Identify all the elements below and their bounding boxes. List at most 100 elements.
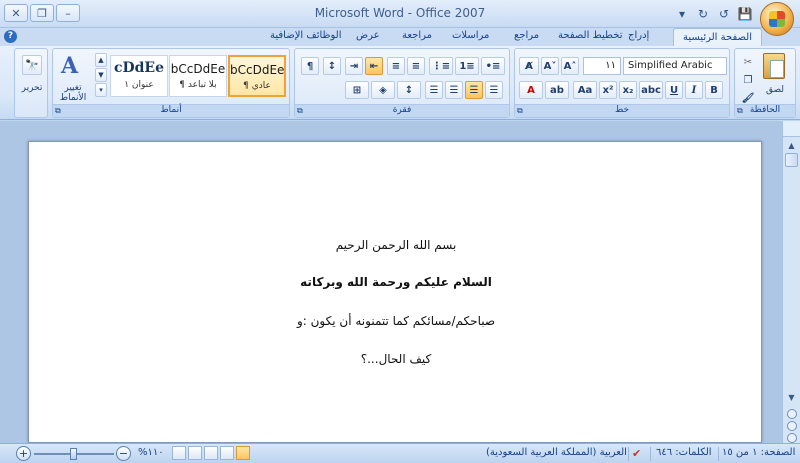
clipboard-group-label: الحافظة (735, 104, 795, 117)
zoom-level[interactable]: ١١٠% (138, 447, 164, 458)
vertical-scrollbar[interactable]: ▲ ▼ (782, 121, 800, 443)
tab-mailings[interactable]: مراسلات (452, 30, 489, 41)
borders-icon[interactable]: ⊞ (345, 81, 369, 99)
shading-icon[interactable]: ◈ (371, 81, 395, 99)
style-no-spacing[interactable]: bCcDdEe ¶ بلا تباعد (169, 55, 227, 97)
paste-icon[interactable] (763, 53, 785, 79)
increase-indent-icon[interactable]: ≡ (407, 57, 425, 75)
change-styles-icon[interactable]: A (61, 53, 87, 79)
ribbon: 🔭 تحرير A تغيير الأنماط ▲ ▼ ▾ cDdEe عنوا… (0, 46, 800, 120)
show-marks-icon[interactable]: ¶ (301, 57, 319, 75)
zoom-out-icon[interactable]: − (116, 446, 131, 461)
doc-line-basmala[interactable]: بسم الله الرحمن الرحيم (29, 238, 763, 252)
clipboard-group: ✂ ❐ 🖌 لصق الحافظة ⧉ (734, 48, 796, 118)
strikethrough-icon[interactable]: abc (639, 81, 663, 99)
redo-icon[interactable]: ↻ (694, 5, 712, 22)
page-number[interactable]: الصفحة: ١ من ١٥ (722, 447, 795, 458)
zoom-slider-thumb[interactable] (70, 448, 77, 460)
language-indicator[interactable]: العربية (المملكة العربية السعودية) (486, 447, 627, 458)
status-separator (650, 447, 651, 461)
status-bar: + − ١١٠% العربية (المملكة العربية السعود… (0, 443, 800, 463)
subscript-icon[interactable]: x₂ (619, 81, 637, 99)
paste-button[interactable]: لصق (757, 85, 793, 95)
office-button[interactable] (760, 2, 794, 36)
browse-object-icon[interactable] (787, 421, 797, 431)
styles-scroll-up[interactable]: ▲ (95, 53, 107, 67)
paragraph-launcher-icon[interactable]: ⧉ (297, 106, 303, 116)
font-color-icon[interactable]: A (519, 81, 543, 99)
font-launcher-icon[interactable]: ⧉ (517, 106, 523, 116)
styles-more[interactable]: ▾ (95, 83, 107, 97)
numbering-icon[interactable]: 1≡ (455, 57, 479, 75)
doc-line-wishes[interactable]: صباحكم/مسائكم كما تتمنونه أن يكون :و (29, 314, 763, 328)
view-outline-icon[interactable] (188, 446, 202, 460)
zoom-in-icon[interactable]: + (16, 446, 31, 461)
tab-insert[interactable]: إدراج (628, 30, 649, 41)
save-icon[interactable]: 💾 (736, 5, 754, 22)
undo-icon[interactable]: ↺ (715, 5, 733, 22)
highlight-icon[interactable]: ab (545, 81, 569, 99)
font-group-label: خط (515, 104, 729, 117)
document-workspace: بسم الله الرحمن الرحيم السلام عليكم ورحم… (0, 121, 782, 443)
tab-review[interactable]: مراجعة (402, 30, 432, 41)
style-normal[interactable]: bCcDdEe ¶ عادي (228, 55, 286, 97)
scroll-down-icon[interactable]: ▼ (785, 391, 798, 404)
rtl-icon[interactable]: ⇤ (365, 57, 383, 75)
doc-line-greeting[interactable]: السلام عليكم ورحمة الله وبركاته (29, 275, 763, 289)
ruler-toggle-icon[interactable] (783, 121, 800, 137)
underline-icon[interactable]: U (665, 81, 683, 99)
grow-font-icon[interactable]: A˄ (561, 57, 579, 75)
doc-line-question[interactable]: كيف الحال...؟ (29, 352, 763, 366)
view-reading-icon[interactable] (220, 446, 234, 460)
styles-scroll-down[interactable]: ▼ (95, 68, 107, 82)
office-logo-icon (769, 11, 785, 27)
font-size-combo[interactable]: ١١ (583, 57, 621, 75)
tab-page-layout[interactable]: تخطيط الصفحة (558, 30, 623, 41)
paragraph-group: ¶ ↕ ⇥ ⇤ ≡ ≡ ⋮≡ 1≡ •≡ ⊞ ◈ ↕ ☰ ☰ ☰ ☰ فقرة … (294, 48, 510, 118)
align-left-icon[interactable]: ☰ (485, 81, 503, 99)
tab-home[interactable]: الصفحة الرئيسية (673, 28, 762, 47)
superscript-icon[interactable]: x² (599, 81, 617, 99)
word-count[interactable]: الكلمات: ٦٤٦ (656, 447, 712, 458)
editing-label[interactable]: تحرير (15, 83, 49, 93)
proofing-icon[interactable]: ✔ (632, 447, 641, 460)
next-page-icon[interactable] (787, 433, 797, 443)
clear-formatting-icon[interactable]: A̸ (519, 57, 539, 75)
clipboard-launcher-icon[interactable]: ⧉ (737, 106, 743, 116)
prev-page-icon[interactable] (787, 409, 797, 419)
find-icon[interactable]: 🔭 (22, 55, 42, 75)
styles-launcher-icon[interactable]: ⧉ (55, 106, 61, 116)
align-right-icon[interactable]: ☰ (445, 81, 463, 99)
tab-references[interactable]: مراجع (514, 30, 539, 41)
view-print-layout-icon[interactable] (236, 446, 250, 460)
justify-icon[interactable]: ☰ (425, 81, 443, 99)
scroll-thumb[interactable] (785, 153, 798, 167)
view-web-icon[interactable] (204, 446, 218, 460)
cut-icon[interactable]: ✂ (739, 53, 757, 71)
scroll-up-icon[interactable]: ▲ (785, 139, 798, 152)
styles-group: A تغيير الأنماط ▲ ▼ ▾ cDdEe عنوان ١ bCcD… (52, 48, 290, 118)
document-page[interactable]: بسم الله الرحمن الرحيم السلام عليكم ورحم… (28, 141, 762, 443)
change-styles-button[interactable]: تغيير الأنماط (55, 83, 91, 103)
multilevel-list-icon[interactable]: ⋮≡ (429, 57, 453, 75)
view-draft-icon[interactable] (172, 446, 186, 460)
bullets-icon[interactable]: •≡ (481, 57, 505, 75)
tab-view[interactable]: عرض (356, 30, 380, 41)
line-spacing-icon[interactable]: ↕ (397, 81, 421, 99)
decrease-indent-icon[interactable]: ≡ (387, 57, 405, 75)
font-group: A̸ A˅ A˄ ١١ Simplified Arabic A ab Aa x²… (514, 48, 730, 118)
change-case-icon[interactable]: Aa (573, 81, 597, 99)
paragraph-group-label: فقرة (295, 104, 509, 117)
customize-qat-dropdown[interactable]: ▾ (673, 5, 691, 22)
sort-icon[interactable]: ↕ (323, 57, 341, 75)
shrink-font-icon[interactable]: A˅ (541, 57, 559, 75)
align-center-icon[interactable]: ☰ (465, 81, 483, 99)
copy-icon[interactable]: ❐ (739, 71, 757, 89)
font-name-combo[interactable]: Simplified Arabic (623, 57, 727, 75)
help-icon[interactable]: ? (4, 30, 17, 43)
ltr-icon[interactable]: ⇥ (345, 57, 363, 75)
style-heading1[interactable]: cDdEe عنوان ١ (110, 55, 168, 97)
bold-icon[interactable]: B (705, 81, 723, 99)
tab-addins[interactable]: الوظائف الإضافية (270, 30, 342, 41)
italic-icon[interactable]: I (685, 81, 703, 99)
